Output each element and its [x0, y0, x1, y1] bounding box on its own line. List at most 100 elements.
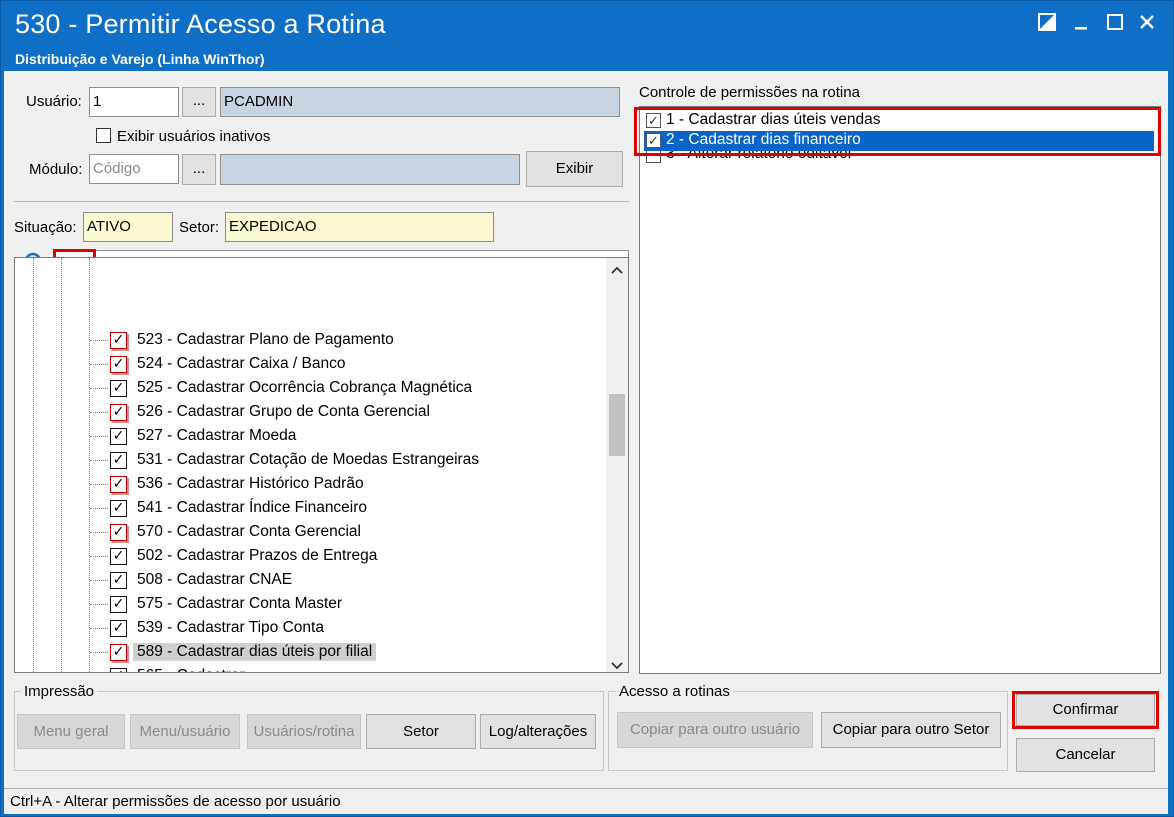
usuario-lookup-button[interactable]: ...	[182, 87, 216, 117]
status-bar: Ctrl+A - Alterar permissões de acesso po…	[4, 788, 1168, 814]
acesso-title: Acesso a rotinas	[616, 683, 733, 700]
menu-usuario-button[interactable]: Menu/usuário	[130, 714, 240, 749]
tree-item-label: 539 - Cadastrar Tipo Conta	[137, 619, 324, 636]
tree-connector-line	[90, 580, 108, 581]
window-title: 530 - Permitir Acesso a Rotina	[15, 9, 386, 39]
modulo-label: Módulo:	[29, 161, 83, 178]
tree-checkbox[interactable]: ✓	[110, 404, 127, 421]
tree-item-label: 575 - Cadastrar Conta Master	[137, 595, 343, 612]
tree-connector-line	[90, 628, 108, 629]
copiar-usuario-button[interactable]: Copiar para outro usuário	[617, 712, 813, 748]
tree-row[interactable]: ✓ 589 - Cadastrar dias úteis por filial	[15, 641, 605, 665]
setor-field: EXPEDICAO	[225, 212, 494, 242]
tree-checkbox[interactable]: ✓	[110, 500, 127, 517]
modulo-code-input[interactable]: Código	[89, 154, 179, 184]
tree-connector-line	[90, 556, 108, 557]
tree-checkbox[interactable]: ✓	[110, 620, 127, 637]
tree-item-label: 541 - Cadastrar Índice Financeiro	[137, 499, 368, 516]
tree-connector-line	[90, 652, 108, 653]
permissions-list[interactable]: ✓ 1 - Cadastrar dias úteis vendas ✓ 2 - …	[639, 106, 1161, 674]
tree-checkbox[interactable]: ✓	[110, 524, 127, 541]
usuarios-rotina-button[interactable]: Usuários/rotina	[247, 714, 361, 749]
tree-item-label: 527 - Cadastrar Moeda	[137, 427, 297, 444]
tree-checkbox[interactable]: ✓	[110, 452, 127, 469]
tree-item-label: 502 - Cadastrar Prazos de Entrega	[137, 547, 378, 564]
close-icon[interactable]	[1133, 11, 1161, 39]
setor-label: Setor:	[179, 219, 220, 236]
title-bar[interactable]: 530 - Permitir Acesso a Rotina Distribui…	[1, 1, 1173, 71]
scroll-down-icon[interactable]	[611, 656, 623, 672]
usuario-code-input[interactable]: 1	[89, 87, 179, 117]
permissions-highlight-box	[634, 107, 1161, 156]
tree-item-label: 570 - Cadastrar Conta Gerencial	[137, 523, 362, 540]
cancelar-button[interactable]: Cancelar	[1016, 738, 1155, 772]
modulo-name-field	[220, 154, 520, 185]
tree-item-label: 589 - Cadastrar dias úteis por filial	[133, 643, 377, 661]
tree-item-label: 565 - Cadastrar ...	[137, 667, 262, 672]
tree-connector-line	[90, 340, 108, 341]
tree-row[interactable]: ✓ 526 - Cadastrar Grupo de Conta Gerencia…	[15, 401, 605, 425]
tree-connector-line	[90, 484, 108, 485]
tree-row[interactable]: ✓ 527 - Cadastrar Moeda	[15, 425, 605, 449]
tree-item-label: 523 - Cadastrar Plano de Pagamento	[137, 331, 394, 348]
routine-tree[interactable]: ✓ 523 - Cadastrar Plano de Pagamento ✓ 524 …	[14, 257, 629, 673]
tree-checkbox[interactable]: ✓	[110, 476, 127, 493]
tree-item-label: 524 - Cadastrar Caixa / Banco	[137, 355, 346, 372]
tree-row[interactable]: ✓ 531 - Cadastrar Cotação de Moedas Estra…	[15, 449, 605, 473]
tree-scrollbar[interactable]	[606, 258, 628, 672]
tree-row[interactable]: ✓ 570 - Cadastrar Conta Gerencial	[15, 521, 605, 545]
main-window: 530 - Permitir Acesso a Rotina Distribui…	[0, 0, 1174, 817]
situacao-field: ATIVO	[83, 212, 173, 242]
tree-row[interactable]: ✓ 525 - Cadastrar Ocorrência Cobrança Mag…	[15, 377, 605, 401]
tree-connector-line	[90, 532, 108, 533]
usuario-name-field: PCADMIN	[220, 87, 620, 117]
tree-row[interactable]: ✓ 575 - Cadastrar Conta Master	[15, 593, 605, 617]
tree-connector-line	[90, 604, 108, 605]
separator	[14, 201, 629, 202]
inativos-checkbox[interactable]	[96, 128, 111, 143]
tree-connector-line	[90, 388, 108, 389]
log-alteracoes-button[interactable]: Log/alterações	[480, 714, 596, 749]
scroll-thumb[interactable]	[609, 394, 625, 456]
tree-checkbox[interactable]: ✓	[110, 572, 127, 589]
modulo-lookup-button[interactable]: ...	[182, 154, 216, 185]
permissions-title: Controle de permissões na rotina	[639, 84, 860, 101]
tree-checkbox[interactable]: ✓	[110, 668, 127, 672]
impressao-title: Impressão	[21, 683, 98, 700]
tree-checkbox[interactable]: ✓	[110, 596, 127, 613]
tree-checkbox[interactable]: ✓	[110, 356, 127, 373]
exibir-button[interactable]: Exibir	[526, 151, 623, 187]
tree-item-label: 531 - Cadastrar Cotação de Moedas Estran…	[137, 451, 480, 468]
tree-row[interactable]: ✓ 565 - Cadastrar ...	[15, 665, 605, 672]
tree-connector-line	[90, 460, 108, 461]
tree-row[interactable]: ✓ 524 - Cadastrar Caixa / Banco	[15, 353, 605, 377]
confirmar-highlight-box	[1012, 691, 1159, 729]
restore-layout-icon[interactable]	[1033, 11, 1061, 39]
setor-button[interactable]: Setor	[366, 714, 476, 749]
tree-row[interactable]: ✓ 539 - Cadastrar Tipo Conta	[15, 617, 605, 641]
window-subtitle: Distribuição e Varejo (Linha WinThor)	[15, 51, 265, 67]
tree-row[interactable]: ✓ 536 - Cadastrar Histórico Padrão	[15, 473, 605, 497]
tree-row[interactable]: ✓ 541 - Cadastrar Índice Financeiro	[15, 497, 605, 521]
menu-geral-button[interactable]: Menu geral	[17, 714, 125, 749]
tree-connector-line	[90, 364, 108, 365]
tree-checkbox[interactable]: ✓	[110, 644, 127, 661]
tree-row[interactable]: ✓ 508 - Cadastrar CNAE	[15, 569, 605, 593]
tree-connector-line	[90, 436, 108, 437]
tree-checkbox[interactable]: ✓	[110, 428, 127, 445]
scroll-up-icon[interactable]	[611, 264, 623, 278]
tree-checkbox[interactable]: ✓	[110, 548, 127, 565]
tree-item-label: 525 - Cadastrar Ocorrência Cobrança Magn…	[137, 379, 473, 396]
tree-item-label: 508 - Cadastrar CNAE	[137, 571, 293, 588]
maximize-icon[interactable]	[1101, 11, 1129, 39]
tree-row[interactable]: ✓ 502 - Cadastrar Prazos de Entrega	[15, 545, 605, 569]
inativos-label: Exibir usuários inativos	[117, 128, 271, 145]
copiar-setor-button[interactable]: Copiar para outro Setor	[821, 712, 1001, 748]
minimize-icon[interactable]	[1067, 11, 1095, 39]
tree-connector-line	[90, 508, 108, 509]
tree-row[interactable]: ✓ 523 - Cadastrar Plano de Pagamento	[15, 329, 605, 353]
tree-checkbox[interactable]: ✓	[110, 332, 127, 349]
situacao-label: Situação:	[14, 219, 77, 236]
tree-item-label: 526 - Cadastrar Grupo de Conta Gerencial	[137, 403, 430, 420]
tree-checkbox[interactable]: ✓	[110, 380, 127, 397]
